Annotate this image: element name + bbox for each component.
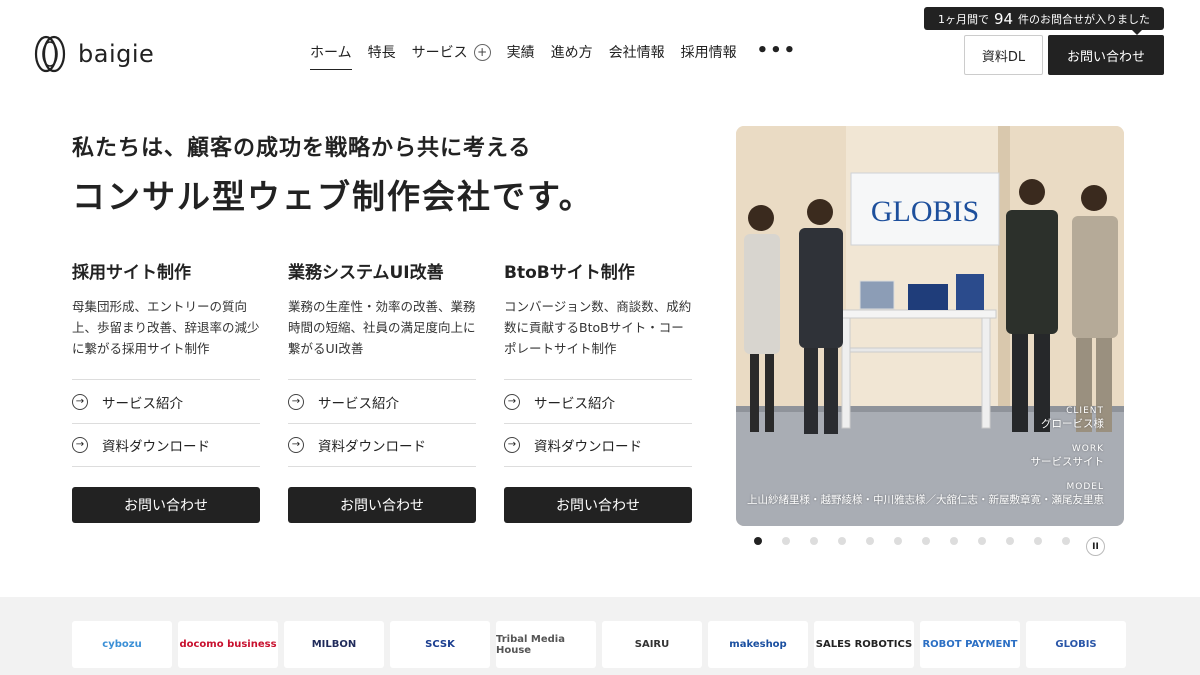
download-button[interactable]: 資料DL: [964, 35, 1043, 75]
service-card: 採用サイト制作 母集団形成、エントリーの質向上、歩留まり改善、辞退率の減少に繋が…: [72, 258, 260, 523]
service-description: コンバージョン数、商談数、成約数に貢献するBtoBサイト・コーポレートサイト制作: [504, 299, 692, 356]
carousel-dot[interactable]: [1006, 537, 1014, 545]
client-logo-text: GLOBIS: [1055, 639, 1097, 650]
hero-subtitle: 私たちは、顧客の成功を戦略から共に考える: [72, 136, 532, 161]
client-logo-text: SCSK: [425, 639, 455, 650]
service-description: 業務の生産性・効率の改善、業務時間の短縮、社員の満足度向上に繋がるUI改善: [288, 299, 476, 356]
inquiry-count: 94: [993, 9, 1014, 28]
hero-title: コンサル型ウェブ制作会社です。: [72, 177, 594, 216]
service-download-link[interactable]: → 資料ダウンロード: [504, 423, 692, 467]
arrow-right-icon: →: [504, 393, 520, 410]
client-logo[interactable]: SALES ROBOTICS: [814, 621, 914, 668]
client-logo-text: Tribal Media House: [496, 633, 565, 656]
caption-client-label: CLIENT: [1066, 406, 1104, 416]
nav-features[interactable]: 特長: [368, 42, 396, 68]
service-contact-button[interactable]: お問い合わせ: [504, 487, 692, 523]
nav-process[interactable]: 進め方: [551, 42, 593, 68]
arrow-right-icon: →: [504, 437, 520, 453]
service-intro-link[interactable]: → サービス紹介: [288, 379, 476, 423]
carousel-dot[interactable]: [754, 537, 762, 545]
logo-text: baigie: [78, 40, 155, 68]
arrow-right-icon: →: [72, 393, 88, 410]
inquiry-suffix: 件のお問合せが入りました: [1018, 12, 1151, 26]
client-logo-text: SALES ROBOTICS: [815, 639, 913, 650]
client-logo-text: ROBOT PAYMENT: [922, 639, 1018, 650]
service-download-label: 資料ダウンロード: [534, 439, 642, 455]
client-logo[interactable]: SCSK: [390, 621, 490, 668]
caption-work-label: WORK: [1071, 444, 1104, 454]
nav-recruit[interactable]: 採用情報: [681, 42, 737, 68]
service-intro-label: サービス紹介: [318, 395, 399, 412]
carousel-dot[interactable]: [838, 537, 846, 545]
caption-model-value: 上山紗緒里様・越野綾様・中川雅志様／大舘仁志・新屋敷章寛・瀬尾友里恵: [747, 494, 1104, 506]
client-logos: cybozu docomo business MILBON SCSK Tribal Me…: [72, 621, 1126, 668]
client-logo-text: makeshop: [729, 639, 787, 650]
nav-company[interactable]: 会社情報: [609, 42, 665, 68]
more-icon[interactable]: •••: [757, 40, 798, 67]
service-download-label: 資料ダウンロード: [318, 439, 426, 455]
carousel-dot[interactable]: [1062, 537, 1070, 545]
plus-icon[interactable]: +: [473, 43, 491, 61]
service-contact-button[interactable]: お問い合わせ: [288, 487, 476, 523]
caption-work-value: サービスサイト: [1030, 456, 1105, 468]
nav-services-label: サービス: [411, 45, 468, 61]
arrow-right-icon: →: [72, 437, 88, 453]
nav-home[interactable]: ホーム: [310, 42, 352, 70]
caption-work: WORK サービスサイト: [1031, 444, 1105, 469]
service-contact-button[interactable]: お問い合わせ: [72, 487, 260, 523]
caption-client-value: グロービス様: [1041, 418, 1104, 430]
service-card: 業務システムUI改善 業務の生産性・効率の改善、業務時間の短縮、社員の満足度向上…: [288, 258, 476, 523]
service-download-label: 資料ダウンロード: [102, 439, 210, 455]
service-intro-label: サービス紹介: [534, 395, 615, 412]
arrow-right-icon: →: [288, 437, 304, 453]
caption-model-label: MODEL: [1066, 482, 1104, 492]
services: 採用サイト制作 母集団形成、エントリーの質向上、歩留まり改善、辞退率の減少に繋が…: [72, 258, 692, 523]
service-intro-label: サービス紹介: [102, 395, 183, 412]
client-logo[interactable]: makeshop: [708, 621, 808, 668]
service-description: 母集団形成、エントリーの質向上、歩留まり改善、辞退率の減少に繋がる採用サイト制作: [72, 299, 260, 356]
client-logo-text: MILBON: [311, 639, 357, 650]
service-download-link[interactable]: → 資料ダウンロード: [72, 423, 260, 467]
carousel-dots: [754, 537, 1070, 545]
carousel-dot[interactable]: [894, 537, 902, 545]
client-logo-text: SAIRU: [634, 639, 670, 650]
nav-works[interactable]: 実績: [507, 42, 535, 68]
inquiry-count-badge: 1ヶ月間で 94 件のお問合せが入りました: [924, 7, 1164, 35]
service-intro-link[interactable]: → サービス紹介: [72, 379, 260, 423]
carousel-dot[interactable]: [978, 537, 986, 545]
service-title: BtoBサイト制作: [504, 263, 635, 283]
carousel-dot[interactable]: [782, 537, 790, 545]
service-title: 業務システムUI改善: [288, 263, 444, 283]
client-logo[interactable]: GLOBIS: [1026, 621, 1126, 668]
service-intro-link[interactable]: → サービス紹介: [504, 379, 692, 423]
logo-mark-icon: [34, 35, 66, 73]
logo[interactable]: baigie: [34, 34, 154, 74]
carousel-dot[interactable]: [866, 537, 874, 545]
carousel-dot[interactable]: [922, 537, 930, 545]
client-logo[interactable]: MILBON: [284, 621, 384, 668]
client-logo[interactable]: cybozu: [72, 621, 172, 668]
service-title: 採用サイト制作: [72, 263, 191, 283]
client-logo-text: docomo business: [179, 639, 277, 650]
service-card: BtoBサイト制作 コンバージョン数、商談数、成約数に貢献するBtoBサイト・コ…: [504, 258, 692, 523]
client-logo[interactable]: ROBOT PAYMENT: [920, 621, 1020, 668]
client-logo[interactable]: Tribal Media House: [496, 621, 596, 668]
contact-button[interactable]: お問い合わせ: [1048, 35, 1164, 75]
carousel-dot[interactable]: [810, 537, 818, 545]
client-logo[interactable]: docomo business: [178, 621, 278, 668]
client-logo[interactable]: SAIRU: [602, 621, 702, 668]
nav-services[interactable]: サービス +: [412, 42, 491, 68]
pause-icon[interactable]: II: [1086, 537, 1105, 556]
sign-text: GLOBIS: [871, 195, 979, 228]
arrow-right-icon: →: [288, 393, 304, 410]
inquiry-prefix: 1ヶ月間で: [937, 12, 989, 26]
main-nav: ホーム 特長 サービス + 実績 進め方 会社情報 採用情報 •••: [310, 40, 798, 70]
hero-slide-image[interactable]: GLOBIS CLIENT グロービス様 WORK サービスサイト MODEL …: [736, 126, 1124, 526]
caption-client: CLIENT グロービス様: [1041, 406, 1104, 431]
caption-model: MODEL 上山紗緒里様・越野綾様・中川雅志様／大舘仁志・新屋敷章寛・瀬尾友里恵: [747, 482, 1104, 507]
carousel-dot[interactable]: [1034, 537, 1042, 545]
carousel-dot[interactable]: [950, 537, 958, 545]
service-download-link[interactable]: → 資料ダウンロード: [288, 423, 476, 467]
client-logo-text: cybozu: [102, 639, 142, 650]
